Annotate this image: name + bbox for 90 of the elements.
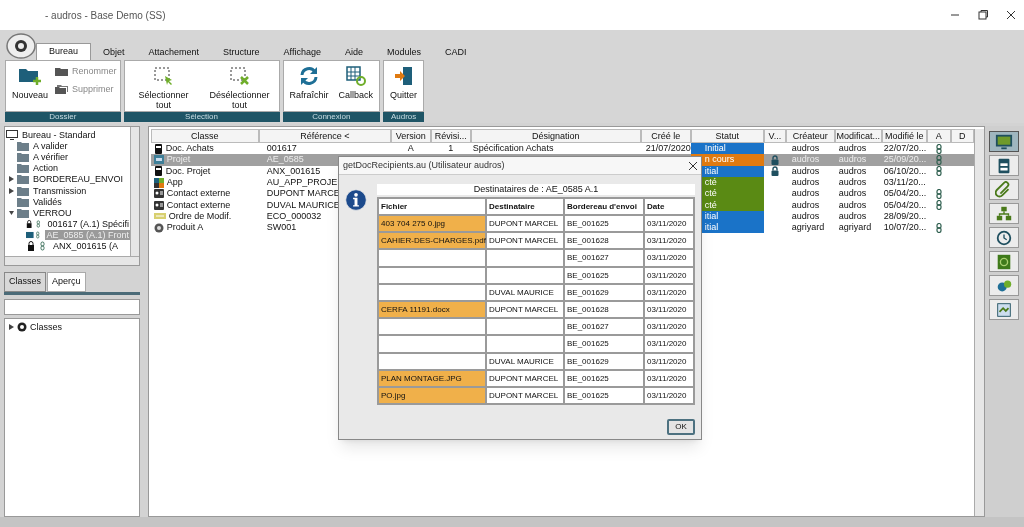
table-cell: 03/11/2020 <box>645 284 693 300</box>
group-label: Sélection <box>123 112 280 122</box>
table-cell: DUPONT MARCEL <box>487 370 563 386</box>
table-cell: DUPONT MARCEL <box>487 301 563 318</box>
table-cell: DUVAL MAURICE <box>487 284 563 300</box>
table-cell: 25/09/20... <box>883 154 927 166</box>
column-header: Fichier <box>379 199 485 214</box>
table-cell: Contact externe <box>166 188 231 200</box>
table-cell: Doc. Achats <box>165 143 214 155</box>
table-cell: DUVAL MAURICE <box>266 199 340 211</box>
column-header: Destinataire <box>487 199 563 214</box>
table-cell: audros <box>791 143 820 155</box>
table-cell: PO.jpg <box>379 387 485 404</box>
table-cell: Contact externe <box>166 199 231 211</box>
table-cell: DUPONT MARCE <box>266 188 340 200</box>
table-cell: audros <box>838 188 867 200</box>
table-cell: 03/11/2020 <box>645 387 693 404</box>
table-cell: 05/04/20... <box>883 188 927 200</box>
table-cell: audros <box>791 177 820 189</box>
status-cell: Initial <box>690 143 764 155</box>
table-cell: AU_APP_PROJE <box>266 177 338 189</box>
column-header: Date <box>645 199 693 214</box>
table-caption: Destinataires de : AE_0585 A.1 <box>377 184 695 195</box>
table-cell: audros <box>791 199 820 211</box>
table-cell: Doc. Projet <box>165 165 211 177</box>
table-cell: BE_001625 <box>565 370 643 386</box>
table-cell: audros <box>838 154 867 166</box>
table-cell: BE_001625 <box>565 336 643 352</box>
table-cell: BE_001627 <box>565 319 643 335</box>
table-cell: ANX_001615 <box>266 165 321 177</box>
window-title: - audros - Base Demo (SS) <box>45 8 166 23</box>
table-cell: SW001 <box>266 222 297 234</box>
table-cell: BE_001628 <box>565 233 643 249</box>
table-cell: 03/11/2020 <box>645 336 693 352</box>
table-cell: 03/11/2020 <box>645 353 693 369</box>
table-cell: 03/11/2020 <box>645 267 693 283</box>
table-cell: 10/07/20... <box>883 222 927 234</box>
table-cell: 001617 <box>266 143 297 155</box>
table-cell: audros <box>791 154 820 166</box>
table-cell: AE_0585 <box>266 154 304 166</box>
table-cell: DUPONT MARCEL <box>487 216 563 232</box>
table-cell: ECO_000032 <box>266 210 322 222</box>
table-cell: DUPONT MARCEL <box>487 233 563 249</box>
table-cell: BE_001625 <box>565 216 643 232</box>
table-cell: BE_001628 <box>565 301 643 318</box>
table-cell: App <box>166 177 183 189</box>
dialog-title: getDocRecipients.au (Utilisateur audros) <box>343 158 505 172</box>
table-cell: BE_001629 <box>565 284 643 300</box>
table-cell: agriyard <box>838 222 872 234</box>
table-cell: 03/11/2020 <box>645 250 693 266</box>
table-cell: 03/11/2020 <box>645 301 693 318</box>
group-label: Audros <box>383 112 425 122</box>
table-cell: 03/11/2020 <box>645 216 693 232</box>
column-header: Bordereau d'envoi <box>565 199 643 214</box>
table-cell: audros <box>838 177 867 189</box>
table-cell: Projet <box>166 154 191 166</box>
table-cell: DUPONT MARCEL <box>487 387 563 404</box>
table-cell: BE_001625 <box>565 267 643 283</box>
table-cell: audros <box>791 188 820 200</box>
table-cell: 1 <box>448 143 454 155</box>
table-cell: 03/11/2020 <box>645 233 693 249</box>
table-cell: audros <box>791 165 820 177</box>
table-cell: DUVAL MAURICE <box>487 353 563 369</box>
table-cell: 21/07/2020 <box>645 143 691 155</box>
table-cell: Ordre de Modif. <box>168 210 232 222</box>
table-cell: BE_001629 <box>565 353 643 369</box>
table-cell: 03/11/2020 <box>645 370 693 386</box>
table-cell: audros <box>838 199 867 211</box>
table-cell: Produit A <box>166 222 204 234</box>
table-cell: A <box>407 143 414 155</box>
table-cell: 22/07/20... <box>883 143 927 155</box>
table-cell: CERFA 11191.docx <box>379 301 485 318</box>
table-cell: 03/11/2020 <box>645 319 693 335</box>
table-cell: audros <box>791 210 820 222</box>
table-cell: 03/11/20... <box>883 177 926 189</box>
table-cell: 06/10/20... <box>883 165 927 177</box>
table-cell: CAHIER-DES-CHARGES.pdf <box>379 233 485 249</box>
table-cell: audros <box>838 210 867 222</box>
table-cell: agriyard <box>791 222 825 234</box>
table-cell: 05/04/20... <box>883 199 927 211</box>
table-cell: PLAN MONTAGE.JPG <box>379 370 485 386</box>
table-cell: Spécification Achats <box>472 143 554 155</box>
table-cell: 28/09/20... <box>883 210 927 222</box>
group-label: Connexion <box>282 112 381 122</box>
table-cell: audros <box>838 143 867 155</box>
table-cell: BE_001625 <box>565 387 643 404</box>
table-cell: 403 704 275 0.jpg <box>379 216 485 232</box>
table-cell: BE_001627 <box>565 250 643 266</box>
table-cell: audros <box>838 165 867 177</box>
group-label: Dossier <box>5 112 121 122</box>
